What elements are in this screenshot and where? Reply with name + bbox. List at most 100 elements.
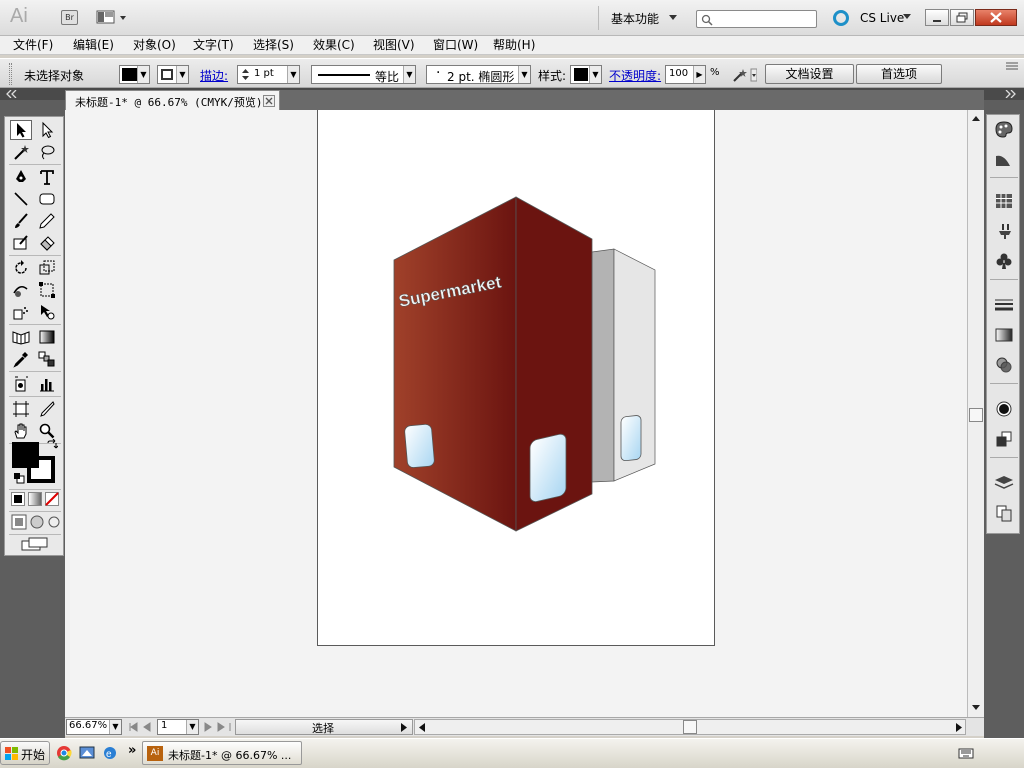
column-graph-tool[interactable] [36,374,58,394]
lasso-tool[interactable] [36,142,58,162]
color-mode-button[interactable] [11,492,25,506]
fill-color-dropdown[interactable]: ▼ [119,65,150,84]
symbol-sprayer-tool[interactable] [10,302,32,322]
collapse-left-icon[interactable] [6,90,18,98]
rotate-tool[interactable] [10,258,32,278]
scroll-thumb[interactable] [969,408,983,422]
direct-selection-tool[interactable] [36,120,58,140]
symbols-panel-button[interactable] [994,251,1014,271]
taskbar-illustrator-task[interactable]: Ai 未标题-1* @ 66.67% ... [142,741,302,765]
menu-view[interactable]: 视图(V) [371,37,417,54]
opacity-label[interactable]: 不透明度: [609,67,661,84]
type-tool[interactable] [36,167,58,187]
workspace-switcher[interactable]: 基本功能 [608,8,686,28]
swap-colors-icon[interactable] [46,439,58,451]
next-last-artboard-icons[interactable] [203,722,233,732]
draw-mode-icons[interactable] [11,514,61,530]
scroll-right-icon[interactable] [955,723,963,732]
artboard-tool[interactable] [10,399,32,419]
scroll-left-icon[interactable] [418,723,426,732]
eyedropper-tool[interactable] [10,349,32,369]
spinner-icon[interactable] [240,67,251,82]
color-panel-button[interactable] [994,119,1014,139]
horizontal-scroll-thumb[interactable] [683,720,697,734]
zoom-tool[interactable] [36,421,58,441]
help-search-input[interactable] [696,10,817,28]
stroke-label[interactable]: 描边: [200,67,228,84]
menu-file[interactable]: 文件(F) [11,37,55,54]
menu-object[interactable]: 对象(O) [131,37,178,54]
grip-handle[interactable] [9,63,12,85]
recolor-artwork-button[interactable] [731,66,758,84]
transparency-panel-button[interactable] [994,355,1014,375]
slice-tool[interactable] [36,399,58,419]
restore-button[interactable] [950,9,974,26]
perspective-grid-tool[interactable] [10,327,32,347]
start-button[interactable]: 开始 [0,741,50,765]
gradient-mode-button[interactable] [28,492,42,506]
first-previous-artboard-icons[interactable] [128,722,158,732]
stroke-color-dropdown[interactable]: ▼ [157,65,189,84]
artboards-panel-button[interactable] [994,503,1014,523]
rounded-rectangle-tool[interactable] [36,189,58,209]
pen-tool[interactable] [10,167,32,187]
canvas-area[interactable]: Supermarket [65,110,967,717]
keyboard-icon[interactable] [958,746,974,760]
opacity-field[interactable]: 100 ▶ [665,65,706,84]
eraser-tool[interactable] [36,233,58,253]
scroll-up-icon[interactable] [971,114,981,122]
menu-type[interactable]: 文字(T) [191,37,236,54]
free-transform-tool[interactable] [36,280,58,300]
swatches-panel-button[interactable] [994,191,1014,211]
vertical-scrollbar[interactable] [967,110,984,717]
appearance-panel-button[interactable] [994,399,1014,419]
menu-select[interactable]: 选择(S) [251,37,296,54]
horizontal-scrollbar[interactable] [414,719,966,735]
hand-tool[interactable] [10,421,32,441]
screen-mode-icon[interactable] [21,537,49,551]
stroke-panel-button[interactable] [994,295,1014,315]
gradient-panel-button[interactable] [994,325,1014,345]
stroke-weight-field[interactable]: 1 pt ▼ [237,65,300,84]
brush-definition-dropdown[interactable]: · 2 pt. 椭圆形 ▼ [426,65,531,84]
blob-brush-tool[interactable] [10,233,32,253]
menu-effect[interactable]: 效果(C) [311,37,357,54]
artboard-number-field[interactable]: 1 ▼ [157,719,199,735]
selection-tool[interactable] [10,120,32,140]
menu-window[interactable]: 窗口(W) [431,37,480,54]
scale-tool[interactable] [36,258,58,278]
none-mode-button[interactable] [45,492,59,506]
chrome-icon[interactable] [56,745,72,761]
line-segment-tool[interactable] [10,189,32,209]
warp-tool[interactable] [10,280,32,300]
gradient-tool[interactable] [36,327,58,347]
cs-live-menu[interactable]: CS Live [832,8,914,28]
document-setup-button[interactable]: 文档设置 [765,64,854,84]
collapse-right-icon[interactable] [1004,90,1016,98]
close-tab-button[interactable] [263,95,275,107]
menu-help[interactable]: 帮助(H) [491,37,537,54]
symbol-tool[interactable] [10,374,32,394]
internet-explorer-icon[interactable]: e [102,745,118,761]
brushes-panel-button[interactable] [994,221,1014,241]
minimize-button[interactable] [925,9,949,26]
pencil-tool[interactable] [36,211,58,231]
blend-tool[interactable] [36,349,58,369]
panel-menu-icon[interactable] [1004,61,1020,71]
graphic-styles-panel-button[interactable] [994,429,1014,449]
show-desktop-icon[interactable] [79,745,95,761]
shape-builder-tool[interactable] [36,302,58,322]
document-tab[interactable]: 未标题-1* @ 66.67% (CMYK/预览) [65,90,280,110]
zoom-level-dropdown[interactable]: 66.67% ▼ [66,719,122,735]
scroll-down-icon[interactable] [971,704,981,712]
magic-wand-tool[interactable] [10,142,32,162]
close-window-button[interactable] [975,9,1017,26]
graphic-style-dropdown[interactable]: ▼ [570,65,602,84]
paintbrush-tool[interactable] [10,211,32,231]
preferences-button[interactable]: 首选项 [856,64,942,84]
stroke-profile-dropdown[interactable]: 等比 ▼ [311,65,416,84]
status-tool-menu[interactable]: 选择 [235,719,413,735]
menu-edit[interactable]: 编辑(E) [71,37,116,54]
bridge-button[interactable]: Br [61,10,78,25]
arrange-documents-button[interactable] [96,10,130,25]
